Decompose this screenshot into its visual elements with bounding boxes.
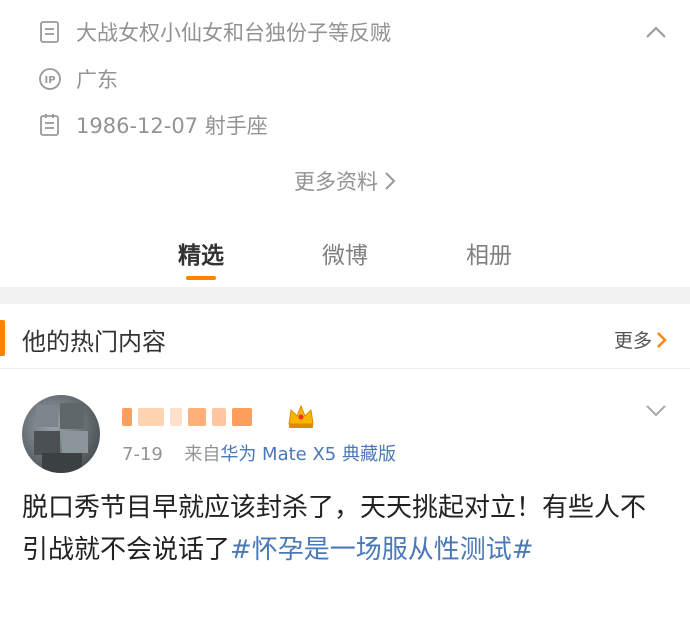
ip-icon: IP [38,67,62,91]
post-hashtag[interactable]: #怀孕是一场服从性测试# [230,535,534,565]
more-info-label: 更多资料 [294,170,378,194]
chevron-right-icon [384,171,396,191]
hot-content-header: 他的热门内容 更多 [0,304,690,369]
chevron-right-icon [656,330,668,350]
section-accent-bar [0,320,5,356]
svg-text:IP: IP [44,75,55,86]
avatar[interactable] [22,395,100,473]
post-meta: 7-19 来自华为 Mate X5 典藏版 [122,440,396,466]
ip-location-text: 广东 [76,68,118,92]
ip-row: IP 广东 [38,61,118,97]
bio-text: 大战女权小仙女和台独份子等反贼 [76,21,391,45]
username-blurred[interactable] [122,404,284,430]
section-divider [0,287,690,304]
document-icon [38,20,62,44]
tab-weibo[interactable]: 微博 [300,236,390,270]
post-source[interactable]: 华为 Mate X5 典藏版 [220,444,396,465]
birthday-row: 1986-12-07 射手座 [38,107,268,143]
tab-album[interactable]: 相册 [444,236,534,270]
birthday-text: 1986-12-07 射手座 [76,114,268,138]
post-date: 7-19 [122,444,163,465]
calendar-icon [38,113,62,137]
bio-row: 大战女权小仙女和台独份子等反贼 [38,14,391,50]
section-title: 他的热门内容 [22,328,166,356]
more-info-link[interactable]: 更多资料 [0,164,690,198]
section-more-label: 更多 [613,330,652,352]
chevron-down-icon[interactable] [640,398,672,424]
section-more-link[interactable]: 更多 [614,326,668,353]
profile-tabs: 精选 微博 相册 [0,226,690,286]
active-tab-indicator [186,276,216,280]
chevron-up-icon[interactable] [640,20,672,44]
crown-icon [286,402,316,430]
post-source-prefix: 来自 [184,444,221,465]
tab-featured[interactable]: 精选 [156,236,246,270]
post-text: 脱口秀节目早就应该封杀了，天天挑起对立！有些人不引战就不会说话了#怀孕是一场服从… [22,487,670,571]
